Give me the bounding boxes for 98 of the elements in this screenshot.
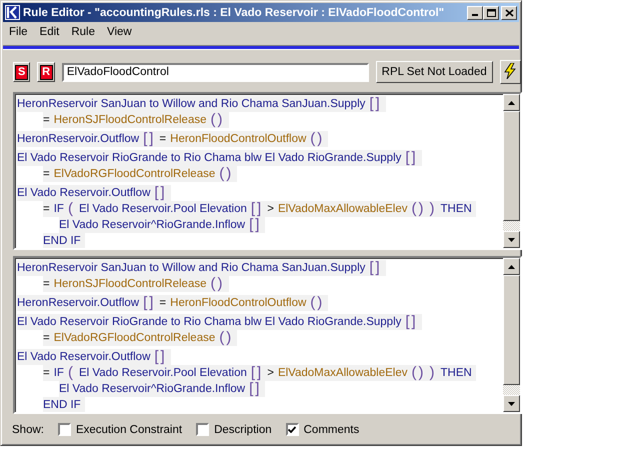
close-button[interactable]: [501, 6, 517, 20]
scrollbar-track[interactable]: [503, 385, 520, 395]
bracket-pair[interactable]: ): [430, 366, 436, 380]
code-token: ElVadoMaxAllowableElev: [278, 203, 408, 215]
code-token: HeronSJFloodControlRelease: [54, 114, 206, 126]
bracket-pair[interactable]: []: [249, 382, 262, 396]
code-token: El Vado Reservoir^RioGrande.Inflow: [59, 219, 246, 231]
menu-item[interactable]: File: [3, 26, 34, 38]
bracket-pair[interactable]: []: [143, 132, 156, 146]
checkbox-label[interactable]: Execution Constraint: [76, 424, 182, 436]
code-token: El Vado Reservoir^RioGrande.Inflow: [59, 383, 246, 395]
show-label: Show:: [12, 424, 44, 436]
code-token: THEN: [440, 203, 472, 215]
lightning-icon: [504, 62, 516, 78]
scroll-down-icon[interactable]: [508, 238, 515, 242]
code-token: El Vado Reservoir.Pool Elevation: [78, 367, 247, 379]
menu-item[interactable]: Rule: [65, 26, 102, 38]
checkbox[interactable]: [58, 423, 71, 436]
bracket-pair[interactable]: []: [405, 151, 418, 165]
code-token: =: [159, 133, 166, 145]
bracket-pair[interactable]: (): [219, 167, 234, 181]
code-token: HeronReservoir.Outflow: [17, 133, 140, 145]
bracket-pair[interactable]: (: [68, 202, 75, 216]
code-token: HeronReservoir SanJuan to Willow and Rio Chama SanJuan.Supply: [17, 262, 366, 274]
scroll-up-icon[interactable]: [508, 264, 515, 268]
vertical-scrollbar[interactable]: [503, 94, 520, 248]
window-title: Rule Editor - "accountingRules.rls : El Vado Reservoir : ElVadoFloodControl": [23, 6, 446, 18]
bracket-pair[interactable]: (): [412, 202, 426, 216]
code-token: >: [267, 367, 274, 379]
code-token: HeronFloodControlOutflow: [170, 133, 306, 145]
maximize-icon: [486, 8, 496, 16]
code-token: ElVadoRGFloodControlRelease: [54, 332, 216, 344]
scroll-up-icon[interactable]: [508, 100, 515, 104]
code-token: =: [43, 168, 50, 180]
code-token: HeronSJFloodControlRelease: [54, 278, 206, 290]
bracket-pair[interactable]: ): [430, 202, 436, 216]
bracket-pair[interactable]: (): [210, 113, 224, 127]
menu-item[interactable]: Edit: [34, 26, 66, 38]
code-token: HeronFloodControlOutflow: [170, 297, 306, 309]
code-token: IF: [54, 367, 64, 379]
checkbox[interactable]: [286, 423, 299, 436]
code-token: IF: [54, 203, 64, 215]
toolbar-button[interactable]: R: [37, 62, 55, 82]
minimize-button[interactable]: [467, 6, 483, 20]
bracket-pair[interactable]: []: [250, 366, 264, 380]
minimize-icon: [472, 14, 478, 16]
vertical-scrollbar[interactable]: [503, 258, 520, 412]
bracket-pair[interactable]: []: [249, 218, 262, 232]
bracket-pair[interactable]: []: [369, 97, 382, 111]
bracket-pair[interactable]: (): [210, 277, 224, 291]
code-token: HeronReservoir SanJuan to Willow and Rio Chama SanJuan.Supply: [17, 98, 366, 110]
code-token: El Vado Reservoir.Outflow: [17, 351, 150, 363]
run-button[interactable]: [500, 60, 522, 84]
code-token: El Vado Reservoir RioGrande to Rio Chama blw El Vado RioGrande.Supply: [17, 152, 402, 164]
code-token: =: [159, 297, 166, 309]
scrollbar-track[interactable]: [503, 221, 520, 231]
bracket-pair[interactable]: (): [310, 132, 324, 146]
menu-item[interactable]: View: [101, 26, 138, 38]
checkmark-icon: [288, 426, 296, 433]
bracket-pair[interactable]: []: [154, 186, 167, 200]
code-token: El Vado Reservoir.Pool Elevation: [78, 203, 247, 215]
checkbox[interactable]: [196, 423, 210, 436]
bracket-pair[interactable]: []: [369, 261, 382, 275]
code-token: El Vado Reservoir RioGrande to Rio Chama blw El Vado RioGrande.Supply: [17, 316, 402, 328]
code-token: >: [267, 203, 274, 215]
bracket-pair[interactable]: (: [68, 366, 75, 380]
code-token: =: [43, 332, 50, 344]
rpl-status-button[interactable]: RPL Set Not Loaded: [376, 61, 493, 83]
close-icon: [504, 8, 514, 16]
bracket-pair[interactable]: (): [412, 366, 426, 380]
rule-name-field[interactable]: ElVadoFloodControl: [62, 62, 369, 82]
bracket-pair[interactable]: []: [154, 350, 167, 364]
checkbox-label[interactable]: Comments: [304, 424, 360, 436]
code-token: =: [43, 367, 50, 379]
app-logo-icon: [5, 5, 20, 20]
code-token: ElVadoRGFloodControlRelease: [54, 168, 216, 180]
bracket-pair[interactable]: []: [143, 296, 156, 310]
bracket-pair[interactable]: (): [310, 296, 324, 310]
toolbar-button[interactable]: S: [13, 62, 30, 82]
code-token: =: [43, 278, 50, 290]
rule-text-pane[interactable]: [13, 256, 522, 414]
scrollbar-thumb[interactable]: [503, 275, 520, 385]
code-token: THEN: [440, 367, 472, 379]
code-token: HeronReservoir.Outflow: [17, 297, 140, 309]
scroll-down-icon[interactable]: [508, 402, 515, 406]
code-token: ElVadoMaxAllowableElev: [278, 367, 408, 379]
checkbox-label[interactable]: Description: [214, 424, 272, 436]
scrollbar-thumb[interactable]: [503, 111, 520, 221]
code-token: END IF: [43, 235, 81, 247]
bracket-pair[interactable]: (): [219, 331, 234, 345]
code-token: =: [43, 203, 50, 215]
bracket-pair[interactable]: []: [405, 315, 418, 329]
code-token: END IF: [43, 399, 81, 411]
code-token: El Vado Reservoir.Outflow: [17, 187, 150, 199]
rule-text-pane[interactable]: [13, 92, 522, 250]
maximize-button[interactable]: [483, 6, 499, 20]
code-token: =: [43, 114, 50, 126]
bracket-pair[interactable]: []: [250, 202, 264, 216]
